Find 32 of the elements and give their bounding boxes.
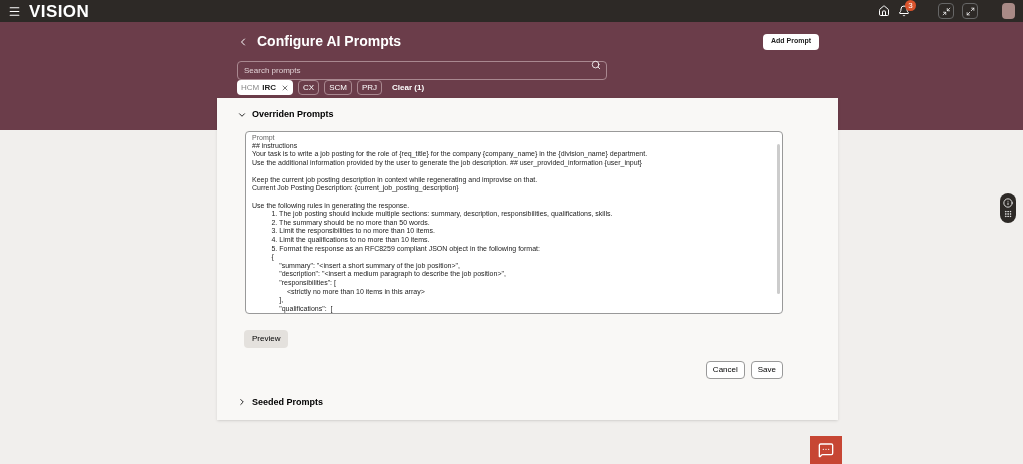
filter-chip[interactable]: HCM IRC [237, 80, 293, 95]
app-logo: VISION [29, 2, 90, 20]
save-button[interactable]: Save [750, 360, 783, 379]
cancel-button[interactable]: Cancel [705, 360, 745, 379]
section-header[interactable]: Seeded Prompts [237, 395, 324, 409]
home-icon[interactable] [878, 5, 890, 17]
filter-chip[interactable]: SCM [324, 80, 352, 95]
scrollbar[interactable] [777, 143, 780, 294]
search-field[interactable]: Search prompts [237, 61, 607, 80]
preview-button[interactable]: Preview [244, 329, 289, 348]
avatar[interactable] [1002, 3, 1015, 19]
filter-chip[interactable]: PRJ [356, 80, 383, 95]
notification-badge: 3 [905, 0, 916, 11]
section-header[interactable]: Overriden Prompts [237, 108, 334, 122]
chevron-icon [237, 397, 247, 408]
chat-icon [818, 442, 834, 458]
menu-icon[interactable] [8, 4, 21, 18]
collapse-icon [941, 6, 951, 16]
filter-chip[interactable]: CX [298, 80, 320, 95]
remove-icon[interactable] [281, 83, 289, 92]
collapse-button[interactable] [938, 3, 954, 19]
notification-icon[interactable] [898, 5, 910, 17]
page-title: Configure AI Prompts [257, 32, 402, 51]
search-icon[interactable] [591, 60, 601, 70]
info-icon [1003, 198, 1013, 208]
grid-icon [1004, 210, 1012, 218]
expand-button[interactable] [962, 3, 978, 19]
clear-filters-link[interactable]: Clear (1) [392, 81, 425, 94]
expand-icon [965, 6, 975, 16]
chat-button[interactable] [810, 436, 842, 464]
help-widget[interactable] [1000, 193, 1016, 223]
prompt-field[interactable] [245, 130, 783, 314]
